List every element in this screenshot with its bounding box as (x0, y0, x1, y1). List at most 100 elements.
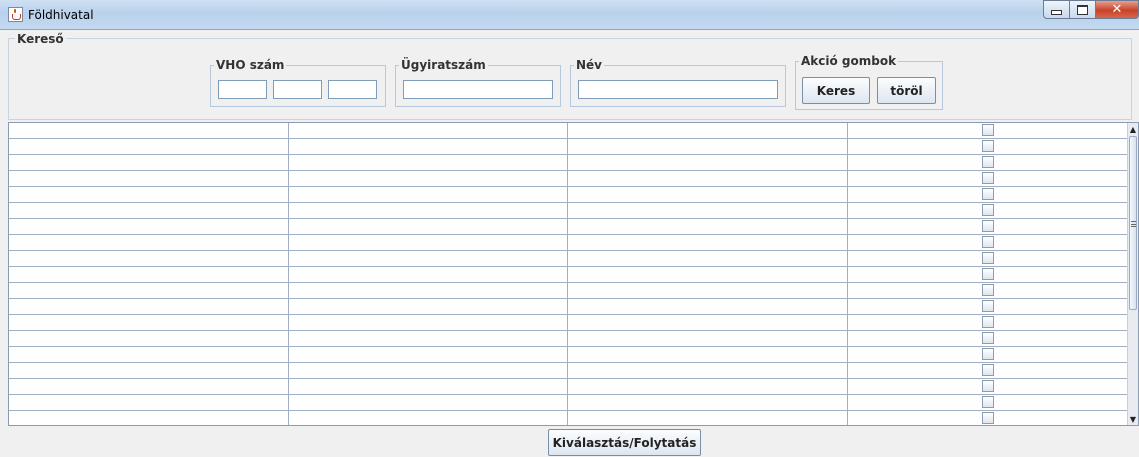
table-cell-col1[interactable] (9, 267, 289, 282)
table-cell-col3[interactable] (568, 203, 848, 218)
table-row[interactable] (9, 411, 1128, 425)
table-cell-col1[interactable] (9, 219, 289, 234)
table-cell-col1[interactable] (9, 299, 289, 314)
table-cell-col2[interactable] (289, 347, 568, 362)
table-cell-col1[interactable] (9, 251, 289, 266)
table-cell-col2[interactable] (289, 379, 568, 394)
scrollbar-thumb[interactable] (1129, 136, 1137, 310)
row-checkbox[interactable] (982, 316, 994, 328)
table-cell-col3[interactable] (568, 235, 848, 250)
table-cell-col1[interactable] (9, 395, 289, 410)
table-cell-col3[interactable] (568, 123, 848, 138)
table-cell-col2[interactable] (289, 171, 568, 186)
table-cell-col2[interactable] (289, 251, 568, 266)
table-row[interactable] (9, 251, 1128, 267)
table-cell-col1[interactable] (9, 379, 289, 394)
table-cell-col2[interactable] (289, 267, 568, 282)
table-cell-col1[interactable] (9, 203, 289, 218)
table-cell-col2[interactable] (289, 283, 568, 298)
table-row[interactable] (9, 395, 1128, 411)
table-cell-col3[interactable] (568, 395, 848, 410)
table-cell-col1[interactable] (9, 235, 289, 250)
minimize-button[interactable] (1043, 0, 1070, 19)
table-cell-col3[interactable] (568, 347, 848, 362)
row-checkbox[interactable] (982, 412, 994, 424)
search-button[interactable]: Keres (802, 77, 870, 104)
table-cell-col1[interactable] (9, 139, 289, 154)
clear-button[interactable]: töröl (877, 77, 936, 104)
table-row[interactable] (9, 219, 1128, 235)
table-cell-col3[interactable] (568, 219, 848, 234)
table-cell-col1[interactable] (9, 363, 289, 378)
table-cell-col3[interactable] (568, 251, 848, 266)
table-row[interactable] (9, 379, 1128, 395)
row-checkbox[interactable] (982, 188, 994, 200)
row-checkbox[interactable] (982, 252, 994, 264)
vho-input-1[interactable] (218, 80, 267, 99)
table-cell-col2[interactable] (289, 219, 568, 234)
table-cell-col2[interactable] (289, 331, 568, 346)
results-table[interactable]: ▲ ▼ (8, 122, 1139, 426)
table-row[interactable] (9, 203, 1128, 219)
table-row[interactable] (9, 123, 1128, 139)
table-cell-col2[interactable] (289, 315, 568, 330)
table-cell-col2[interactable] (289, 139, 568, 154)
table-cell-col1[interactable] (9, 315, 289, 330)
table-cell-col1[interactable] (9, 171, 289, 186)
table-row[interactable] (9, 171, 1128, 187)
row-checkbox[interactable] (982, 300, 994, 312)
table-cell-col1[interactable] (9, 283, 289, 298)
row-checkbox[interactable] (982, 364, 994, 376)
row-checkbox[interactable] (982, 380, 994, 392)
row-checkbox[interactable] (982, 236, 994, 248)
table-cell-col3[interactable] (568, 331, 848, 346)
table-row[interactable] (9, 331, 1128, 347)
table-cell-col3[interactable] (568, 155, 848, 170)
table-row[interactable] (9, 299, 1128, 315)
table-row[interactable] (9, 347, 1128, 363)
table-cell-col2[interactable] (289, 187, 568, 202)
table-row[interactable] (9, 267, 1128, 283)
row-checkbox[interactable] (982, 140, 994, 152)
table-cell-col3[interactable] (568, 379, 848, 394)
row-checkbox[interactable] (982, 172, 994, 184)
table-cell-col2[interactable] (289, 299, 568, 314)
vertical-scrollbar[interactable]: ▲ ▼ (1127, 123, 1138, 425)
table-row[interactable] (9, 187, 1128, 203)
table-cell-col2[interactable] (289, 155, 568, 170)
table-row[interactable] (9, 283, 1128, 299)
scroll-up-icon[interactable]: ▲ (1128, 123, 1138, 135)
table-cell-col3[interactable] (568, 187, 848, 202)
table-row[interactable] (9, 235, 1128, 251)
table-row[interactable] (9, 139, 1128, 155)
table-cell-col3[interactable] (568, 411, 848, 425)
table-cell-col2[interactable] (289, 123, 568, 138)
table-cell-col2[interactable] (289, 235, 568, 250)
table-cell-col2[interactable] (289, 363, 568, 378)
table-cell-col1[interactable] (9, 123, 289, 138)
row-checkbox[interactable] (982, 124, 994, 136)
table-cell-col1[interactable] (9, 331, 289, 346)
row-checkbox[interactable] (982, 268, 994, 280)
row-checkbox[interactable] (982, 284, 994, 296)
close-button[interactable]: ✕ (1095, 0, 1139, 19)
row-checkbox[interactable] (982, 396, 994, 408)
scroll-down-icon[interactable]: ▼ (1128, 413, 1138, 425)
select-continue-button[interactable]: Kiválasztás/Folytatás (548, 429, 701, 456)
vho-input-3[interactable] (328, 80, 377, 99)
row-checkbox[interactable] (982, 348, 994, 360)
row-checkbox[interactable] (982, 332, 994, 344)
row-checkbox[interactable] (982, 204, 994, 216)
table-cell-col3[interactable] (568, 171, 848, 186)
table-cell-col3[interactable] (568, 299, 848, 314)
table-cell-col3[interactable] (568, 267, 848, 282)
row-checkbox[interactable] (982, 220, 994, 232)
row-checkbox[interactable] (982, 156, 994, 168)
ugyiratszam-input[interactable] (403, 80, 553, 99)
title-bar[interactable]: Földhivatal ✕ (0, 0, 1139, 30)
table-cell-col2[interactable] (289, 395, 568, 410)
nev-input[interactable] (578, 80, 778, 99)
table-cell-col3[interactable] (568, 315, 848, 330)
table-row[interactable] (9, 363, 1128, 379)
maximize-button[interactable] (1069, 0, 1096, 19)
